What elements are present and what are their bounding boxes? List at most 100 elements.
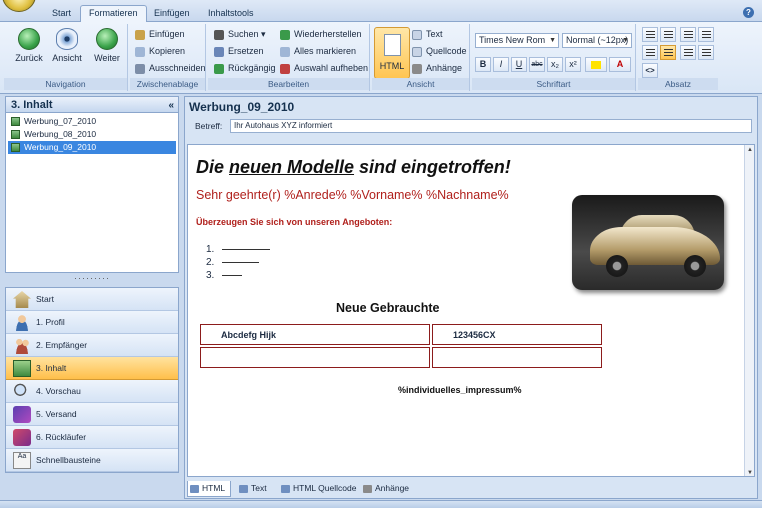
italic-button[interactable]: I <box>493 57 509 72</box>
imprint-placeholder[interactable]: %individuelles_impressum% <box>398 385 522 395</box>
editor-tab-attachments[interactable]: Anhänge <box>361 481 409 497</box>
source-view-button[interactable]: Quellcode <box>412 44 467 59</box>
collapse-icon[interactable]: « <box>168 97 174 114</box>
tree-item[interactable]: Werbung_08_2010 <box>8 128 176 141</box>
ordered-list[interactable]: 1. 2. 3. <box>206 243 271 282</box>
subject-input[interactable]: Ihr Autohaus XYZ informiert <box>230 119 752 133</box>
bullet-list-icon <box>646 31 655 38</box>
send-icon <box>13 406 31 423</box>
undo-icon <box>214 64 224 74</box>
offer-subline[interactable]: Überzeugen Sie sich von unseren Angebote… <box>196 217 392 227</box>
panel-splitter[interactable]: ········· <box>5 273 179 287</box>
outdent-button[interactable] <box>680 27 696 42</box>
subscript-button[interactable]: x₂ <box>547 57 563 72</box>
newsletter-headline[interactable]: Die neuen Modelle sind eingetroffen! <box>196 157 511 178</box>
font-color-button[interactable]: A <box>609 57 631 72</box>
copy-icon <box>135 47 145 57</box>
indent-icon <box>702 31 711 38</box>
align-center-button[interactable] <box>660 45 676 60</box>
nav-item-start[interactable]: Start <box>6 288 178 311</box>
table-cell[interactable]: Abcdefg Hijk <box>200 324 430 345</box>
vehicle-table[interactable]: Abcdefg Hijk 123456CX <box>198 322 604 370</box>
view-button[interactable]: Ansicht <box>50 28 84 63</box>
editor-tab-source[interactable]: HTML Quellcode <box>279 481 356 497</box>
tab-inhaltstools[interactable]: Inhaltstools <box>200 6 262 22</box>
deselect-icon <box>280 64 290 74</box>
help-icon[interactable]: ? <box>743 7 754 18</box>
binoculars-icon <box>214 30 224 40</box>
tree-item[interactable]: Werbung_07_2010 <box>8 115 176 128</box>
paste-button[interactable]: Einfügen <box>135 27 185 42</box>
bold-button[interactable]: B <box>475 57 491 72</box>
align-left-button[interactable] <box>642 45 658 60</box>
salutation-text[interactable]: Sehr geehrte(r) %Anrede% %Vorname% %Nach… <box>196 188 509 202</box>
nav-item-empfaenger[interactable]: 2. Empfänger <box>6 334 178 357</box>
tree-item-selected[interactable]: Werbung_09_2010 <box>8 141 176 154</box>
car-image[interactable] <box>572 195 724 290</box>
attachments-view-button[interactable]: Anhänge <box>412 61 462 76</box>
select-all-button[interactable]: Alles markieren <box>280 44 356 59</box>
indent-button[interactable] <box>698 27 714 42</box>
underline-button[interactable]: U <box>511 57 527 72</box>
table-cell[interactable] <box>200 347 430 368</box>
tab-formatieren[interactable]: Formatieren <box>80 5 147 23</box>
list-item: 3. <box>206 269 270 282</box>
nav-item-schnellbausteine[interactable]: Aa Schnellbausteine <box>6 449 178 472</box>
section-title[interactable]: Neue Gebrauchte <box>336 301 440 315</box>
align-right-button[interactable] <box>680 45 696 60</box>
superscript-button[interactable]: x² <box>565 57 581 72</box>
nav-item-ruecklaeufer[interactable]: 6. Rückläufer <box>6 426 178 449</box>
bullet-list-button[interactable] <box>642 27 658 42</box>
application-menu-button[interactable] <box>2 0 36 12</box>
font-size-select[interactable]: Normal (~12px) ▼ <box>562 33 632 48</box>
numbered-list-button[interactable] <box>660 27 676 42</box>
undo-button[interactable]: Rückgängig <box>214 61 276 76</box>
scroll-up-icon[interactable]: ▲ <box>745 145 754 155</box>
table-cell[interactable] <box>432 347 602 368</box>
justify-icon <box>702 49 711 56</box>
redo-button[interactable]: Wiederherstellen <box>280 27 362 42</box>
nav-item-versand[interactable]: 5. Versand <box>6 403 178 426</box>
html-editor[interactable]: Die neuen Modelle sind eingetroffen! Seh… <box>187 144 755 477</box>
editor-tab-html[interactable]: HTML <box>187 481 231 497</box>
font-family-select[interactable]: Times New Rom ▼ <box>475 33 559 48</box>
justify-button[interactable] <box>698 45 714 60</box>
nav-item-inhalt[interactable]: 3. Inhalt <box>6 357 178 380</box>
group-label-view: Ansicht <box>372 78 469 90</box>
text-icon <box>239 485 248 493</box>
source-code-icon <box>281 485 290 493</box>
tab-einfuegen[interactable]: Einfügen <box>146 6 198 22</box>
replace-button[interactable]: Ersetzen <box>214 44 264 59</box>
ribbon: Zurück Ansicht Weiter Navigation Einfüge… <box>0 22 762 94</box>
paperclip-icon <box>412 64 422 74</box>
highlight-color-button[interactable] <box>585 57 607 72</box>
source-toggle-button[interactable]: <> <box>642 63 658 78</box>
group-label-navigation: Navigation <box>4 78 127 90</box>
nav-item-profil[interactable]: 1. Profil <box>6 311 178 334</box>
text-view-button[interactable]: Text <box>412 27 443 42</box>
copy-button[interactable]: Kopieren <box>135 44 185 59</box>
nav-item-vorschau[interactable]: 4. Vorschau <box>6 380 178 403</box>
back-button[interactable]: Zurück <box>12 28 46 63</box>
ribbon-tab-bar: Start Formatieren Einfügen Inhaltstools … <box>0 0 762 23</box>
scroll-down-icon[interactable]: ▼ <box>745 468 754 476</box>
vertical-scrollbar[interactable]: ▲ ▼ <box>744 145 754 476</box>
select-all-icon <box>280 47 290 57</box>
html-icon <box>190 485 199 493</box>
left-panel: 3. Inhalt « Werbung_07_2010 Werbung_08_2… <box>5 96 179 476</box>
forward-button[interactable]: Weiter <box>90 28 124 63</box>
content-icon <box>13 360 31 377</box>
deselect-button[interactable]: Auswahl aufheben <box>280 61 368 76</box>
bounce-icon <box>13 429 31 446</box>
text-document-icon <box>412 30 422 40</box>
chevron-down-icon: ▼ <box>622 37 629 44</box>
tab-start[interactable]: Start <box>44 6 79 22</box>
editor-tab-text[interactable]: Text <box>237 481 267 497</box>
table-row <box>200 347 602 368</box>
search-button[interactable]: Suchen ▾ <box>214 27 266 42</box>
strikethrough-button[interactable]: abc <box>529 57 545 72</box>
html-view-button[interactable]: HTML <box>374 27 410 79</box>
table-cell[interactable]: 123456CX <box>432 324 602 345</box>
cut-button[interactable]: Ausschneiden <box>135 61 206 76</box>
scissors-icon <box>135 64 145 74</box>
